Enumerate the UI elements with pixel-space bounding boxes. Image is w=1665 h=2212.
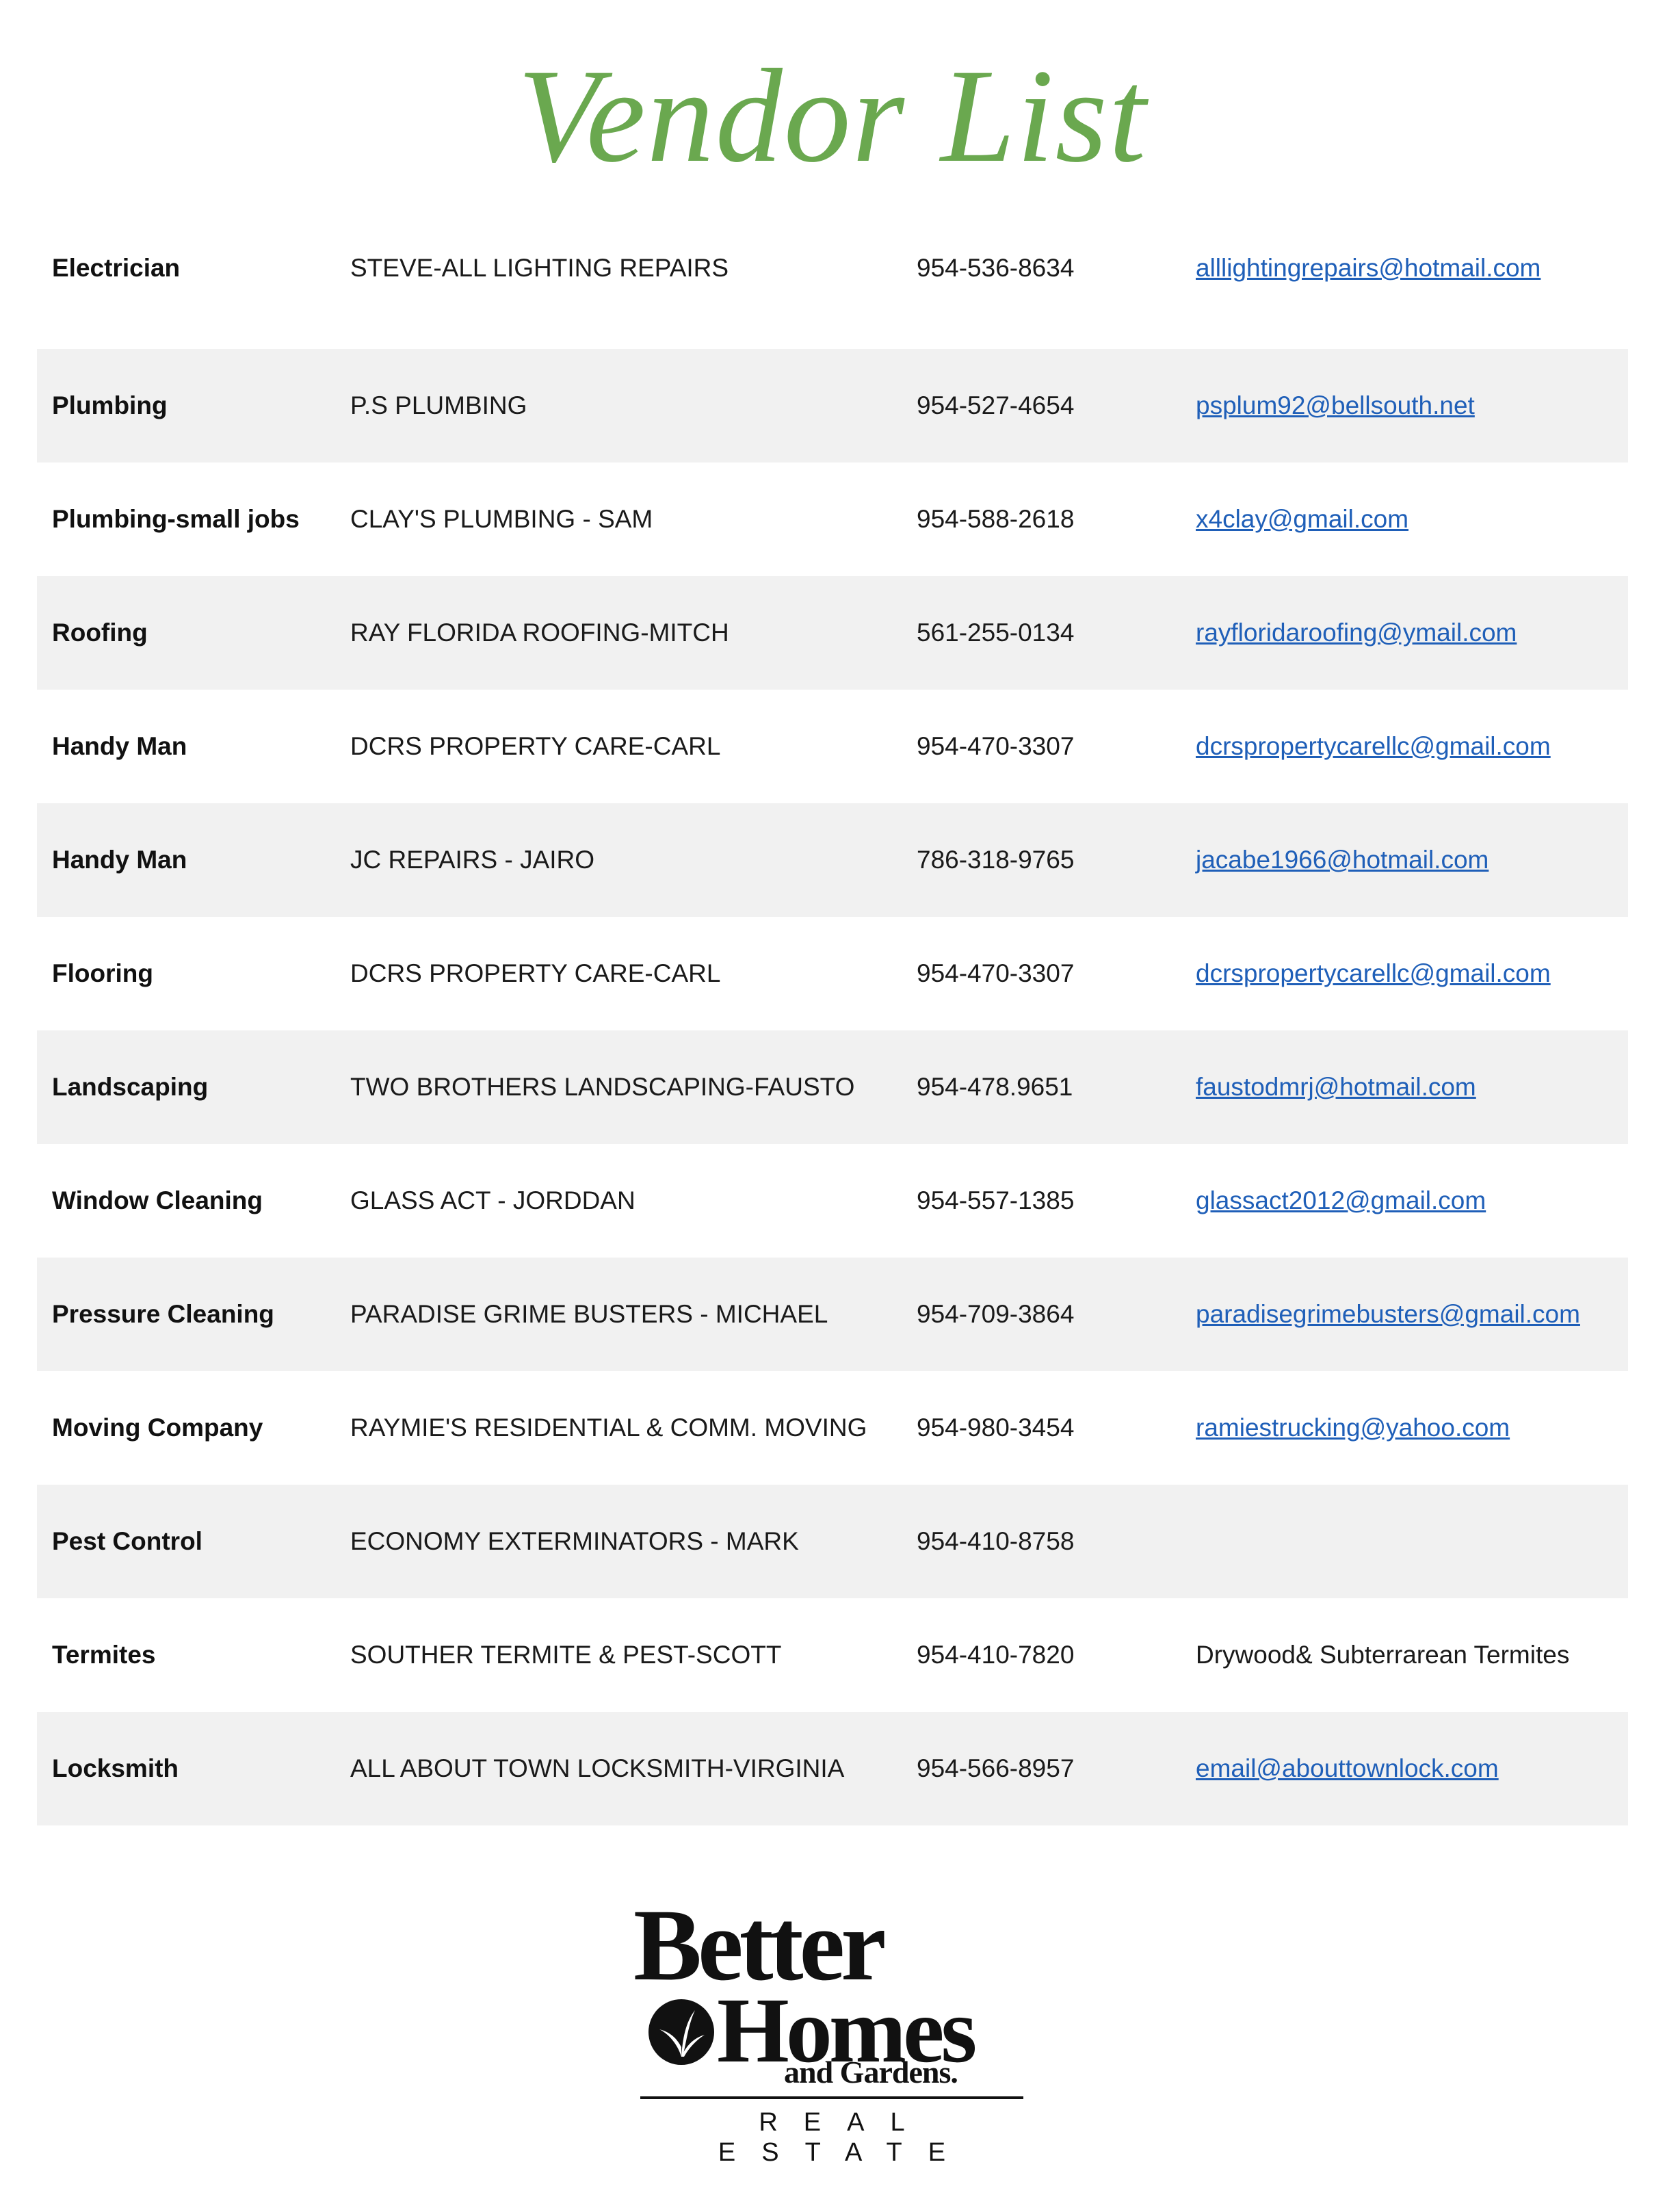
- category-cell: Locksmith: [52, 1754, 179, 1782]
- brand-logo: Better Homes and Gardens. REAL ESTATE: [629, 1894, 1040, 2167]
- vendor-name-cell: STEVE-ALL LIGHTING REPAIRS: [350, 254, 729, 282]
- vendor-name-cell: RAY FLORIDA ROOFING-MITCH: [350, 619, 729, 647]
- category-cell: Plumbing-small jobs: [52, 505, 300, 533]
- logo-tagline: REAL ESTATE: [718, 2108, 972, 2167]
- phone-cell: 954-410-8758: [917, 1527, 1075, 1555]
- table-row: Termites SOUTHER TERMITE & PEST-SCOTT 95…: [37, 1598, 1628, 1712]
- vendor-name-cell: JC REPAIRS - JAIRO: [350, 846, 595, 874]
- table-row: Landscaping TWO BROTHERS LANDSCAPING-FAU…: [37, 1030, 1628, 1144]
- phone-cell: 954-470-3307: [917, 732, 1075, 760]
- vendor-name-cell: ALL ABOUT TOWN LOCKSMITH-VIRGINIA: [350, 1754, 845, 1782]
- category-cell: Electrician: [52, 254, 181, 282]
- leaf-emblem-icon: [648, 1999, 714, 2065]
- email-link[interactable]: jacabe1966@hotmail.com: [1196, 845, 1489, 875]
- table-row: Handy Man JC REPAIRS - JAIRO 786-318-976…: [37, 803, 1628, 917]
- category-cell: Roofing: [52, 619, 148, 647]
- email-link[interactable]: ramiestrucking@yahoo.com: [1196, 1413, 1510, 1443]
- page-title: Vendor List: [517, 42, 1148, 190]
- vendor-table: Electrician STEVE-ALL LIGHTING REPAIRS 9…: [37, 212, 1628, 1825]
- vendor-name-cell: GLASS ACT - JORDDAN: [350, 1186, 635, 1214]
- phone-cell: 954-478.9651: [917, 1073, 1073, 1101]
- category-cell: Window Cleaning: [52, 1186, 263, 1214]
- phone-cell: 561-255-0134: [917, 619, 1075, 647]
- email-link[interactable]: dcrspropertycarellc@gmail.com: [1196, 731, 1551, 762]
- phone-cell: 954-410-7820: [917, 1641, 1075, 1669]
- email-link[interactable]: faustodmrj@hotmail.com: [1196, 1072, 1476, 1102]
- email-link[interactable]: rayfloridaroofing@ymail.com: [1196, 618, 1517, 648]
- vendor-name-cell: TWO BROTHERS LANDSCAPING-FAUSTO: [350, 1073, 855, 1101]
- category-cell: Moving Company: [52, 1414, 263, 1442]
- email-link[interactable]: glassact2012@gmail.com: [1196, 1186, 1486, 1216]
- vendor-name-cell: SOUTHER TERMITE & PEST-SCOTT: [350, 1641, 782, 1669]
- table-row: Electrician STEVE-ALL LIGHTING REPAIRS 9…: [37, 212, 1628, 349]
- category-cell: Pest Control: [52, 1527, 202, 1555]
- table-row: Pest Control ECONOMY EXTERMINATORS - MAR…: [37, 1485, 1628, 1598]
- category-cell: Handy Man: [52, 846, 187, 874]
- table-row: Plumbing-small jobs CLAY'S PLUMBING - SA…: [37, 463, 1628, 576]
- note-cell: Drywood& Subterrarean Termites: [1196, 1641, 1570, 1669]
- email-link[interactable]: paradisegrimebusters@gmail.com: [1196, 1299, 1580, 1329]
- table-row: Plumbing P.S PLUMBING 954-527-4654 psplu…: [37, 349, 1628, 463]
- category-cell: Plumbing: [52, 391, 168, 419]
- vendor-name-cell: RAYMIE'S RESIDENTIAL & COMM. MOVING: [350, 1414, 867, 1442]
- email-link[interactable]: alllightingrepairs@hotmail.com: [1196, 253, 1541, 283]
- vendor-name-cell: DCRS PROPERTY CARE-CARL: [350, 732, 721, 760]
- table-row: Roofing RAY FLORIDA ROOFING-MITCH 561-25…: [37, 576, 1628, 690]
- phone-cell: 954-536-8634: [917, 254, 1075, 282]
- category-cell: Pressure Cleaning: [52, 1300, 274, 1328]
- table-row: Locksmith ALL ABOUT TOWN LOCKSMITH-VIRGI…: [37, 1712, 1628, 1825]
- email-link[interactable]: psplum92@bellsouth.net: [1196, 391, 1475, 421]
- vendor-name-cell: PARADISE GRIME BUSTERS - MICHAEL: [350, 1300, 828, 1328]
- table-row: Pressure Cleaning PARADISE GRIME BUSTERS…: [37, 1258, 1628, 1371]
- email-link[interactable]: dcrspropertycarellc@gmail.com: [1196, 959, 1551, 989]
- email-link[interactable]: x4clay@gmail.com: [1196, 504, 1408, 534]
- vendor-name-cell: DCRS PROPERTY CARE-CARL: [350, 959, 721, 987]
- logo-line-gardens: and Gardens.: [784, 2055, 958, 2090]
- phone-cell: 954-557-1385: [917, 1186, 1075, 1214]
- phone-cell: 954-709-3864: [917, 1300, 1075, 1328]
- logo-divider: [640, 2096, 1023, 2099]
- phone-cell: 954-980-3454: [917, 1414, 1075, 1442]
- table-row: Window Cleaning GLASS ACT - JORDDAN 954-…: [37, 1144, 1628, 1258]
- table-row: Flooring DCRS PROPERTY CARE-CARL 954-470…: [37, 917, 1628, 1030]
- phone-cell: 954-527-4654: [917, 391, 1075, 419]
- category-cell: Termites: [52, 1641, 156, 1669]
- category-cell: Handy Man: [52, 732, 187, 760]
- vendor-name-cell: P.S PLUMBING: [350, 391, 527, 419]
- phone-cell: 954-470-3307: [917, 959, 1075, 987]
- vendor-name-cell: ECONOMY EXTERMINATORS - MARK: [350, 1527, 799, 1555]
- vendor-name-cell: CLAY'S PLUMBING - SAM: [350, 505, 653, 533]
- phone-cell: 954-588-2618: [917, 505, 1075, 533]
- phone-cell: 786-318-9765: [917, 846, 1075, 874]
- category-cell: Flooring: [52, 959, 153, 987]
- category-cell: Landscaping: [52, 1073, 209, 1101]
- table-row: Moving Company RAYMIE'S RESIDENTIAL & CO…: [37, 1371, 1628, 1485]
- email-link[interactable]: email@abouttownlock.com: [1196, 1754, 1499, 1784]
- phone-cell: 954-566-8957: [917, 1754, 1075, 1782]
- table-row: Handy Man DCRS PROPERTY CARE-CARL 954-47…: [37, 690, 1628, 803]
